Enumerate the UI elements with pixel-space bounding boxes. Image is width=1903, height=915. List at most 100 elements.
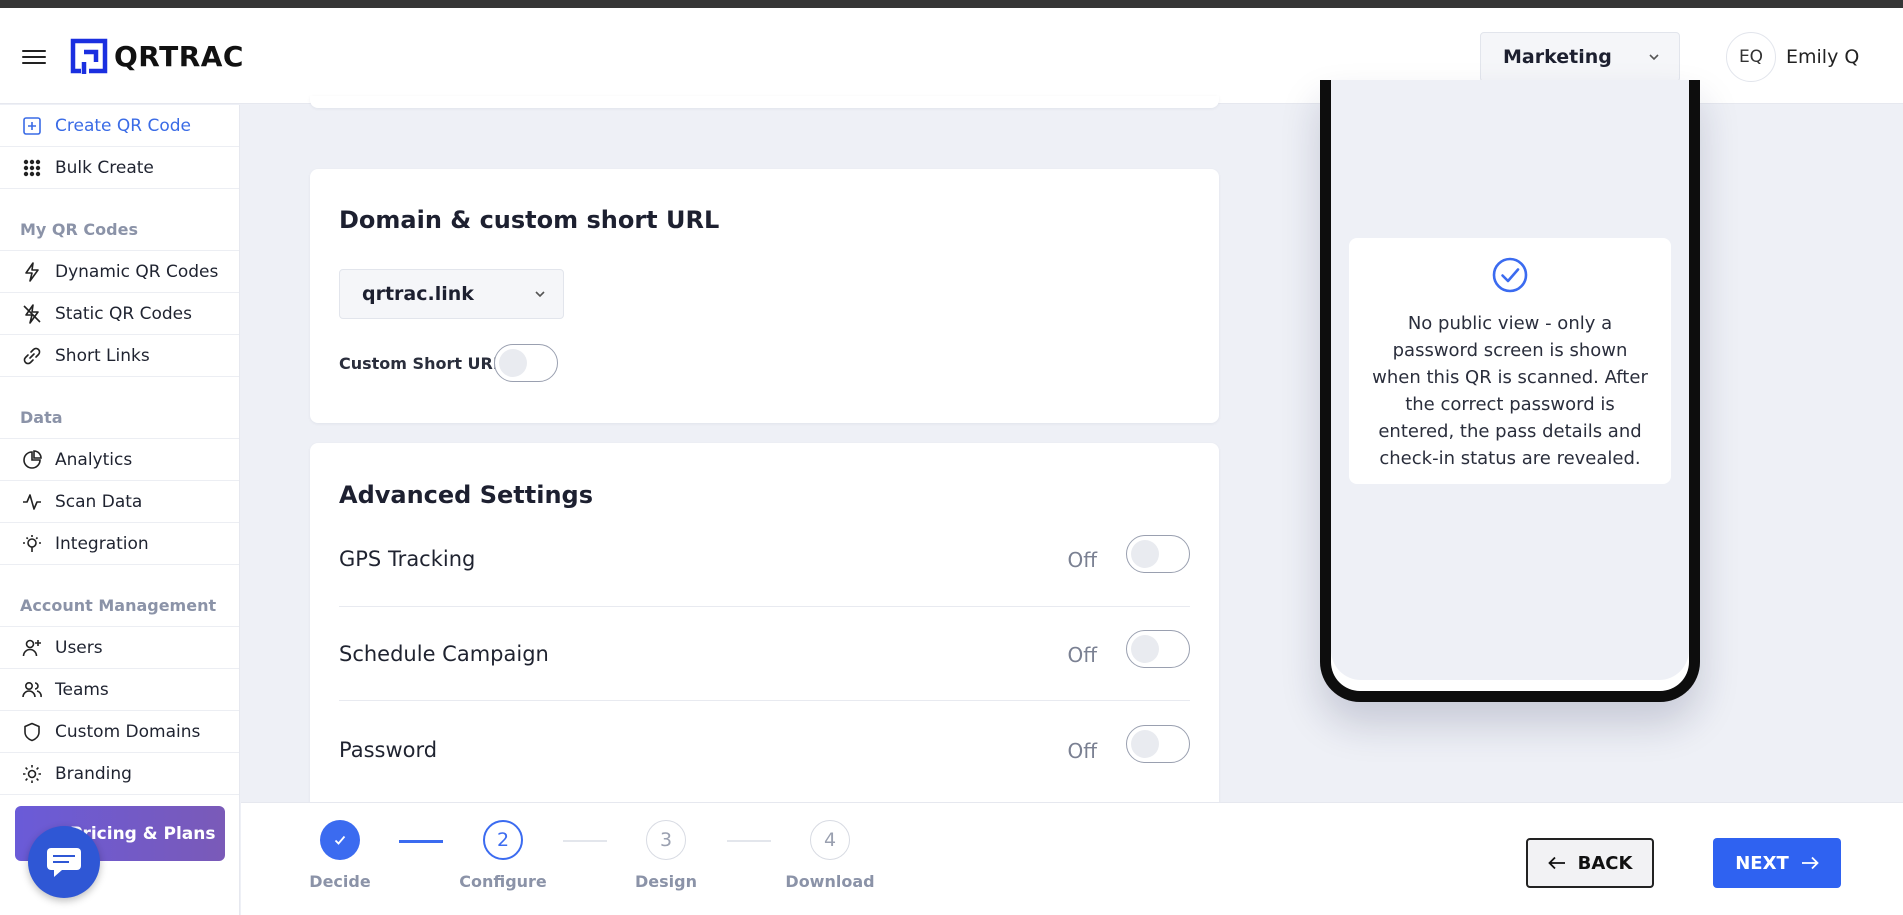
previous-card-edge (310, 96, 1219, 108)
pie-chart-icon (20, 448, 44, 472)
custom-short-url-label: Custom Short URL (339, 354, 504, 373)
setting-row-schedule-campaign: Schedule Campaign Off (339, 607, 1190, 701)
sidebar-item-scan-data[interactable]: Scan Data (0, 481, 239, 523)
phone-screen: No public view - only a password screen … (1331, 80, 1689, 680)
password-toggle[interactable] (1126, 725, 1190, 763)
sidebar-item-label: Custom Domains (55, 721, 201, 742)
window-top-strip (0, 0, 1903, 8)
domain-select[interactable]: qrtrac.link (339, 269, 564, 319)
check-circle-icon (1492, 257, 1528, 293)
step-connector (563, 840, 607, 842)
phone-preview: No public view - only a password screen … (1320, 80, 1700, 702)
step-label: Design (635, 872, 697, 891)
step-circle: 2 (483, 820, 523, 860)
sidebar-item-label: Static QR Codes (55, 303, 192, 324)
sidebar-item-label: Analytics (55, 449, 133, 470)
sidebar-item-dynamic-qr-codes[interactable]: Dynamic QR Codes (0, 251, 239, 293)
avatar: EQ (1726, 32, 1776, 82)
sidebar-item-label: Branding (55, 763, 132, 784)
back-label: BACK (1577, 852, 1633, 874)
advanced-settings-title: Advanced Settings (339, 481, 594, 509)
step-decide[interactable]: Decide (280, 820, 400, 891)
plus-square-icon (20, 114, 44, 138)
advanced-settings-card: Advanced Settings GPS Tracking Off Sched… (310, 443, 1219, 863)
domain-card-title: Domain & custom short URL (339, 206, 720, 234)
step-connector (727, 840, 771, 842)
grid-dots-icon (20, 156, 44, 180)
step-configure[interactable]: 2 Configure (443, 820, 563, 891)
workspace-label: Marketing (1503, 46, 1612, 68)
sidebar-item-analytics[interactable]: Analytics (0, 439, 239, 481)
setting-label: Password (339, 738, 438, 762)
chevron-down-icon (535, 291, 545, 298)
step-label: Decide (309, 872, 371, 891)
user-menu[interactable]: EQ Emily Q (1726, 32, 1859, 82)
setting-state: Off (1067, 548, 1097, 572)
step-circle: 3 (646, 820, 686, 860)
sidebar-item-label: Create QR Code (55, 115, 192, 136)
sidebar-item-branding[interactable]: Branding (0, 753, 239, 795)
lightning-off-icon (20, 302, 44, 326)
sidebar-item-label: Dynamic QR Codes (55, 261, 219, 282)
step-download[interactable]: 4 Download (770, 820, 890, 891)
check-icon (334, 835, 346, 845)
sidebar-item-static-qr-codes[interactable]: Static QR Codes (0, 293, 239, 335)
user-name: Emily Q (1786, 46, 1860, 68)
setting-row-password: Password Off (339, 701, 1190, 795)
arrow-right-icon (1801, 856, 1819, 870)
gps-tracking-toggle[interactable] (1126, 535, 1190, 573)
qrtrac-logo-icon (70, 38, 108, 74)
lightning-icon (20, 260, 44, 284)
users-icon (20, 678, 44, 702)
shield-icon (20, 720, 44, 744)
user-plus-icon (20, 636, 44, 660)
back-button[interactable]: BACK (1526, 838, 1654, 888)
setting-label: Schedule Campaign (339, 642, 549, 666)
sidebar-item-users[interactable]: Users (0, 627, 239, 669)
activity-icon (20, 490, 44, 514)
step-connector (399, 840, 443, 843)
step-design[interactable]: 3 Design (606, 820, 726, 891)
step-label: Download (785, 872, 875, 891)
arrow-left-icon (1547, 856, 1565, 870)
sidebar-item-integration[interactable]: Integration (0, 523, 239, 565)
sidebar-item-label: Short Links (55, 345, 150, 366)
step-circle (320, 820, 360, 860)
setting-state: Off (1067, 739, 1097, 763)
sidebar-section-my-qr-codes: My QR Codes (0, 209, 239, 251)
sidebar: Create QR Code Bulk Create My QR Codes D… (0, 105, 240, 915)
sidebar-item-short-links[interactable]: Short Links (0, 335, 239, 377)
sun-icon (20, 762, 44, 786)
chat-icon (47, 848, 81, 877)
sidebar-item-label: Integration (55, 533, 149, 554)
chat-support-button[interactable] (28, 826, 100, 898)
sidebar-section-data: Data (0, 397, 239, 439)
sidebar-item-label: Bulk Create (55, 157, 154, 178)
sidebar-item-label: Teams (55, 679, 109, 700)
next-button[interactable]: NEXT (1713, 838, 1841, 888)
setting-state: Off (1067, 643, 1097, 667)
plug-icon (20, 532, 44, 556)
password-notice-card: No public view - only a password screen … (1349, 238, 1671, 484)
workspace-select[interactable]: Marketing (1480, 32, 1680, 82)
schedule-campaign-toggle[interactable] (1126, 630, 1190, 668)
setting-row-gps-tracking: GPS Tracking Off (339, 513, 1190, 607)
password-notice-text: No public view - only a password screen … (1372, 313, 1648, 469)
step-circle: 4 (810, 820, 850, 860)
next-label: NEXT (1735, 852, 1789, 874)
setting-label: GPS Tracking (339, 547, 476, 571)
link-icon (20, 344, 44, 368)
sidebar-item-label: Scan Data (55, 491, 143, 512)
step-label: Configure (459, 872, 547, 891)
sidebar-item-bulk-create[interactable]: Bulk Create (0, 147, 239, 189)
custom-short-url-toggle[interactable] (494, 344, 558, 382)
sidebar-section-account-management: Account Management (0, 585, 239, 627)
sidebar-item-teams[interactable]: Teams (0, 669, 239, 711)
menu-icon[interactable] (22, 46, 46, 66)
sidebar-item-create-qr-code[interactable]: Create QR Code (0, 105, 239, 147)
sidebar-item-custom-domains[interactable]: Custom Domains (0, 711, 239, 753)
domain-select-value: qrtrac.link (362, 283, 474, 305)
logo[interactable]: QRTRAC (70, 38, 244, 74)
domain-card: Domain & custom short URL qrtrac.link Cu… (310, 169, 1219, 423)
chevron-down-icon (1649, 54, 1659, 61)
